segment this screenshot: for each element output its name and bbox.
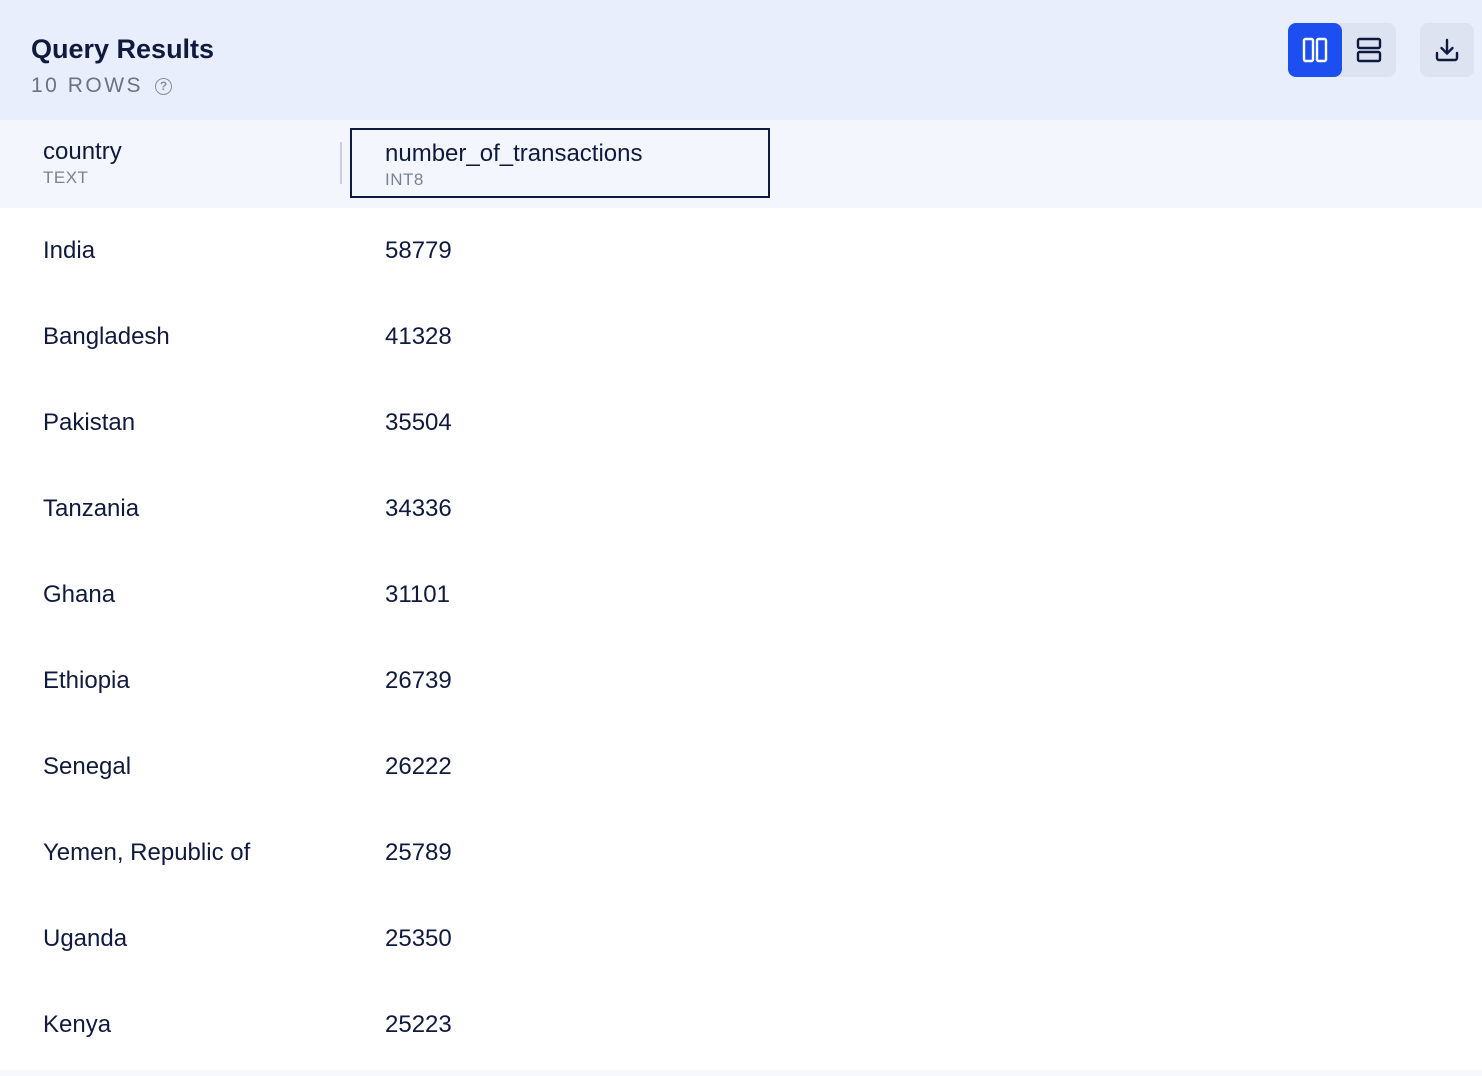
cell-country[interactable]: Pakistan [43,408,135,438]
cell-country[interactable]: Uganda [43,924,127,954]
table-row: Pakistan 35504 [0,380,1482,466]
table-row: Yemen, Republic of 25789 [0,810,1482,896]
column-type: TEXT [43,168,89,187]
cell-country[interactable]: Ethiopia [43,666,130,696]
columns-view-button[interactable] [1288,23,1342,77]
table-row: Senegal 26222 [0,724,1482,810]
cell-number-of-transactions[interactable]: 26739 [385,666,452,696]
page-title: Query Results [31,34,215,64]
cell-country[interactable]: India [43,236,95,266]
cell-number-of-transactions[interactable]: 34336 [385,494,452,524]
cell-number-of-transactions[interactable]: 26222 [385,752,452,782]
cell-country[interactable]: Yemen, Republic of [43,838,250,868]
cell-number-of-transactions[interactable]: 31101 [385,580,450,610]
results-header: Query Results 10 ROWS ? [0,0,1482,120]
column-type: INT8 [385,170,424,189]
cell-number-of-transactions[interactable]: 25350 [385,924,452,954]
cell-country[interactable]: Senegal [43,752,131,782]
cell-number-of-transactions[interactable]: 25223 [385,1010,452,1040]
cell-number-of-transactions[interactable]: 58779 [385,236,452,266]
column-name: country [43,138,122,165]
table-row: Ethiopia 26739 [0,638,1482,724]
table-body: India 58779 Bangladesh 41328 Pakistan 35… [0,208,1482,1068]
cell-number-of-transactions[interactable]: 25789 [385,838,452,868]
rows-icon [1356,37,1382,63]
table-row: Tanzania 34336 [0,466,1482,552]
columns-icon [1302,37,1328,63]
table-row: India 58779 [0,208,1482,294]
column-header-country[interactable]: country TEXT [0,128,340,198]
view-toggle [1288,23,1396,77]
cell-country[interactable]: Kenya [43,1010,111,1040]
cell-country[interactable]: Tanzania [43,494,139,524]
rows-view-button[interactable] [1342,23,1396,77]
download-button[interactable] [1420,23,1474,77]
column-name: number_of_transactions [385,140,643,167]
table-row: Bangladesh 41328 [0,294,1482,380]
table-row: Kenya 25223 [0,982,1482,1068]
cell-country[interactable]: Bangladesh [43,322,170,352]
cell-country[interactable]: Ghana [43,580,115,610]
table-footer-divider [0,1070,1482,1076]
table-row: Ghana 31101 [0,552,1482,638]
row-count: 10 ROWS ? [31,73,173,99]
column-resize-handle[interactable] [340,142,342,184]
column-header-number-of-transactions[interactable]: number_of_transactions INT8 [350,128,770,198]
help-icon[interactable]: ? [155,77,173,95]
table-row: Uganda 25350 [0,896,1482,982]
cell-number-of-transactions[interactable]: 41328 [385,322,452,352]
download-icon [1435,38,1459,62]
table-header: country TEXT number_of_transactions INT8 [0,120,1482,208]
cell-number-of-transactions[interactable]: 35504 [385,408,452,438]
row-count-label: 10 ROWS [31,74,144,97]
